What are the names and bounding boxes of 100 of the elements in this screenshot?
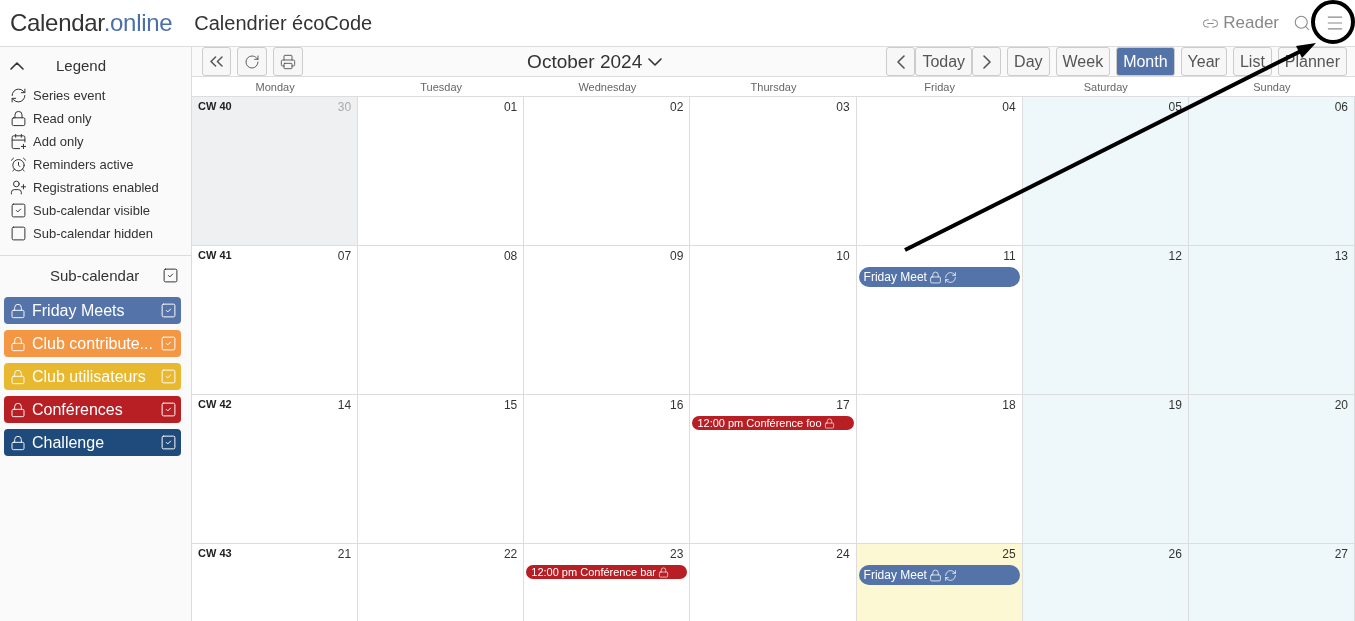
printer-icon: [280, 53, 296, 70]
legend-label: Reminders active: [33, 157, 134, 172]
legend-label: Registrations enabled: [33, 180, 159, 195]
date-number: 15: [503, 398, 518, 413]
day-cell[interactable]: 13: [1188, 246, 1355, 395]
sub-calendar-item[interactable]: Challenge: [4, 429, 181, 456]
calendar-title: Calendrier écoCode: [194, 11, 374, 35]
print-button[interactable]: [273, 47, 303, 76]
annotation-circle: [1311, 0, 1355, 44]
date-number: 17: [836, 398, 850, 413]
week-number: CW 42: [198, 398, 232, 412]
view-tab[interactable]: Week: [1055, 47, 1111, 76]
day-cell[interactable]: 25 Friday Meet: [856, 544, 1023, 621]
logo[interactable]: Calendar.online: [10, 9, 173, 37]
view-tab[interactable]: Year: [1180, 47, 1227, 76]
checkbox[interactable]: [162, 267, 179, 284]
day-cell[interactable]: 20: [1188, 395, 1355, 544]
day-cell[interactable]: 03: [690, 97, 857, 246]
day-cell[interactable]: 18: [856, 395, 1023, 544]
date-number: 25: [1002, 547, 1016, 562]
day-cell[interactable]: CW 42 14: [192, 395, 359, 544]
lock-icon: [10, 110, 27, 127]
date-number: 30: [337, 100, 352, 115]
day-cell[interactable]: 17 12:00 pm Conférence foo: [690, 395, 857, 544]
search-icon[interactable]: [1293, 14, 1311, 32]
day-cell[interactable]: 26: [1022, 544, 1189, 621]
next-button[interactable]: [972, 47, 1002, 76]
view-tab[interactable]: Day: [1007, 47, 1050, 76]
day-cell[interactable]: 09: [524, 246, 691, 395]
date-number: 18: [1002, 398, 1016, 413]
date-number: 23: [670, 547, 684, 562]
day-cell[interactable]: 06: [1188, 97, 1355, 246]
day-cell[interactable]: 05: [1022, 97, 1189, 246]
legend-label: Sub-calendar visible: [33, 203, 151, 218]
view-tab[interactable]: List: [1232, 47, 1272, 76]
legend-toggle[interactable]: Legend: [4, 47, 107, 84]
alarm-clock-icon: [10, 156, 27, 173]
date-number: 27: [1334, 547, 1348, 562]
checkbox-icon: [10, 225, 27, 242]
day-cell[interactable]: 04: [856, 97, 1023, 246]
lock-icon: [10, 368, 26, 385]
lock-icon: [10, 434, 26, 451]
checkbox-icon: [10, 202, 27, 219]
date-number: 24: [836, 547, 850, 562]
week-number: CW 41: [198, 249, 232, 263]
today-button[interactable]: Today: [915, 47, 973, 76]
refresh-button[interactable]: [237, 47, 267, 76]
date-number: 02: [670, 100, 684, 115]
calendar-event[interactable]: 12:00 pm Conférence foo: [692, 416, 854, 430]
day-cell[interactable]: CW 40 30: [192, 97, 359, 246]
date-number: 20: [1334, 398, 1348, 413]
reader-link[interactable]: Reader: [1202, 13, 1279, 33]
legend-label: Add only: [33, 134, 84, 149]
sub-calendar-item[interactable]: Friday Meets: [4, 297, 181, 324]
collapse-sidebar-button[interactable]: [202, 47, 231, 76]
user-plus-icon: [10, 179, 27, 196]
date-number: 04: [1002, 100, 1016, 115]
double-chevron-left-icon: [210, 56, 223, 67]
date-number: 08: [503, 249, 518, 264]
refresh-icon: [244, 53, 260, 70]
day-cell[interactable]: 16: [524, 395, 691, 544]
legend-label: Read only: [33, 111, 92, 126]
date-number: 19: [1168, 398, 1182, 413]
date-number: 16: [670, 398, 684, 413]
date-number: 06: [1334, 100, 1348, 115]
day-cell[interactable]: 01: [358, 97, 525, 246]
day-cell[interactable]: 27: [1188, 544, 1355, 621]
calendar-event[interactable]: 12:00 pm Conférence bar: [526, 565, 688, 579]
lock-icon: [10, 335, 26, 352]
day-cell[interactable]: 15: [358, 395, 525, 544]
day-cell[interactable]: 19: [1022, 395, 1189, 544]
lock-icon: [10, 401, 26, 418]
date-number: 03: [836, 100, 850, 115]
day-cell[interactable]: 10: [690, 246, 857, 395]
calendar-event[interactable]: Friday Meet: [858, 267, 1020, 287]
sub-calendar-item[interactable]: Conférences: [4, 396, 181, 423]
date-number: 01: [503, 100, 518, 115]
legend-label: Series event: [33, 88, 106, 103]
view-tab[interactable]: Month: [1116, 47, 1175, 76]
sub-calendar-heading: Sub-calendar: [50, 267, 140, 284]
date-number: 10: [836, 249, 850, 264]
day-cell[interactable]: 08: [358, 246, 525, 395]
chevron-left-icon: [896, 54, 905, 69]
day-cell[interactable]: 11 Friday Meet: [856, 246, 1023, 395]
month-picker[interactable]: October 2024: [309, 49, 881, 74]
lock-icon: [10, 302, 26, 319]
week-number: CW 43: [198, 547, 232, 561]
date-number: 13: [1334, 249, 1348, 264]
week-number: CW 40: [198, 100, 232, 114]
day-cell[interactable]: CW 41 07: [192, 246, 359, 395]
day-cell[interactable]: 23 12:00 pm Conférence bar: [524, 544, 691, 621]
date-number: 26: [1168, 547, 1182, 562]
previous-button[interactable]: [886, 47, 916, 76]
date-number: 09: [670, 249, 684, 264]
chevron-up-icon: [10, 61, 24, 70]
date-number: 22: [503, 547, 518, 562]
day-cell[interactable]: 02: [524, 97, 691, 246]
day-cell[interactable]: 12: [1022, 246, 1189, 395]
calendar-plus-icon: [10, 133, 27, 150]
calendar-event[interactable]: Friday Meet: [858, 565, 1020, 585]
